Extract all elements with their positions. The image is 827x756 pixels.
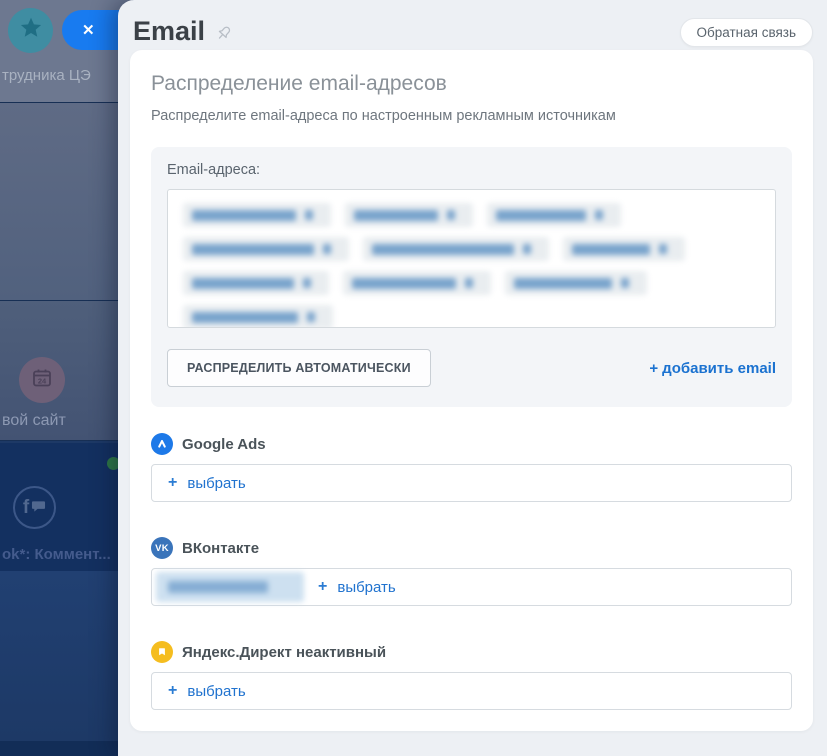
google-ads-select-input[interactable]: + выбрать — [151, 464, 792, 502]
star-icon — [18, 15, 44, 46]
source-name: Яндекс.Директ неактивный — [182, 644, 386, 661]
vkontakte-icon: VK — [151, 537, 173, 559]
source-header: Яндекс.Директ неактивный — [151, 641, 792, 663]
redacted-email-chip[interactable] — [363, 237, 549, 261]
sidebar: ✕ трудника ЦЭ 24 вой сайт f ok*: Коммен — [0, 0, 132, 756]
plus-icon: + — [168, 682, 177, 700]
redacted-email-chip[interactable] — [487, 203, 621, 227]
redacted-email-chip[interactable] — [343, 271, 491, 295]
email-chips-input[interactable] — [167, 189, 776, 328]
redacted-email-chip[interactable] — [183, 237, 349, 261]
redacted-email-chip[interactable] — [505, 271, 647, 295]
sidebar-bottom-strip — [0, 741, 132, 756]
card-title: Распределение email-адресов — [151, 72, 792, 96]
source-vkontakte: VK ВКонтакте + выбрать — [151, 537, 792, 606]
email-panel: Email Обратная связь Распределение email… — [118, 0, 827, 756]
email-addresses-label: Email-адреса: — [167, 162, 776, 178]
yandex-direct-icon — [151, 641, 173, 663]
email-addresses-box: Email-адреса: РАСПРЕДЕЛИТЬ АВТОМАТИЧЕСКИ… — [151, 147, 792, 407]
sidebar-section — [0, 571, 132, 741]
calendar-icon: 24 — [30, 366, 54, 395]
screen: ✕ трудника ЦЭ 24 вой сайт f ok*: Коммен — [0, 0, 827, 756]
plus-icon: + — [318, 578, 327, 596]
google-ads-icon — [151, 433, 173, 455]
facebook-comment-icon: f — [23, 497, 46, 519]
sidebar-section — [0, 103, 132, 300]
panel-header: Email Обратная связь — [118, 0, 827, 50]
distribution-card: Распределение email-адресов Распределите… — [130, 50, 813, 731]
source-name: Google Ads — [182, 436, 266, 453]
vkontakte-select-input[interactable]: + выбрать — [151, 568, 792, 606]
page-title: Email — [133, 15, 205, 47]
feedback-button[interactable]: Обратная связь — [680, 18, 813, 47]
sidebar-site-label: вой сайт — [2, 412, 66, 430]
divider — [0, 440, 132, 441]
source-yandex-direct: Яндекс.Директ неактивный + выбрать — [151, 641, 792, 710]
sidebar-facebook-label: ok*: Коммент... — [2, 546, 111, 563]
divider — [0, 102, 132, 103]
source-header: Google Ads — [151, 433, 792, 455]
sidebar-label-truncated: трудника ЦЭ — [2, 67, 91, 84]
actions-row: РАСПРЕДЕЛИТЬ АВТОМАТИЧЕСКИ +добавить ema… — [167, 349, 776, 387]
redacted-email-chip[interactable] — [183, 271, 329, 295]
add-email-link[interactable]: +добавить email — [649, 360, 776, 377]
redacted-email-chip[interactable] — [183, 305, 333, 328]
distribute-automatically-button[interactable]: РАСПРЕДЕЛИТЬ АВТОМАТИЧЕСКИ — [167, 349, 431, 387]
svg-text:24: 24 — [38, 376, 47, 385]
card-subtitle: Распределите email-адреса по настроенным… — [151, 108, 792, 124]
redacted-email-chip[interactable] — [183, 203, 331, 227]
facebook-comments-button[interactable]: f — [13, 486, 56, 529]
plus-icon: + — [168, 474, 177, 492]
redacted-email-chip[interactable] — [563, 237, 685, 261]
select-link[interactable]: + выбрать — [168, 682, 246, 700]
redacted-email-chip[interactable] — [345, 203, 473, 227]
source-google-ads: Google Ads + выбрать — [151, 433, 792, 502]
source-header: VK ВКонтакте — [151, 537, 792, 559]
favorites-button[interactable] — [8, 8, 53, 53]
yandex-direct-select-input[interactable]: + выбрать — [151, 672, 792, 710]
calendar-button[interactable]: 24 — [19, 357, 65, 403]
source-name: ВКонтакте — [182, 540, 259, 557]
close-icon: ✕ — [82, 21, 95, 39]
select-link[interactable]: + выбрать — [168, 474, 246, 492]
plus-icon: + — [649, 360, 658, 377]
divider — [0, 300, 132, 301]
select-link[interactable]: + выбрать — [318, 578, 396, 596]
pin-icon[interactable] — [215, 24, 233, 47]
redacted-email-chip[interactable] — [156, 572, 304, 602]
